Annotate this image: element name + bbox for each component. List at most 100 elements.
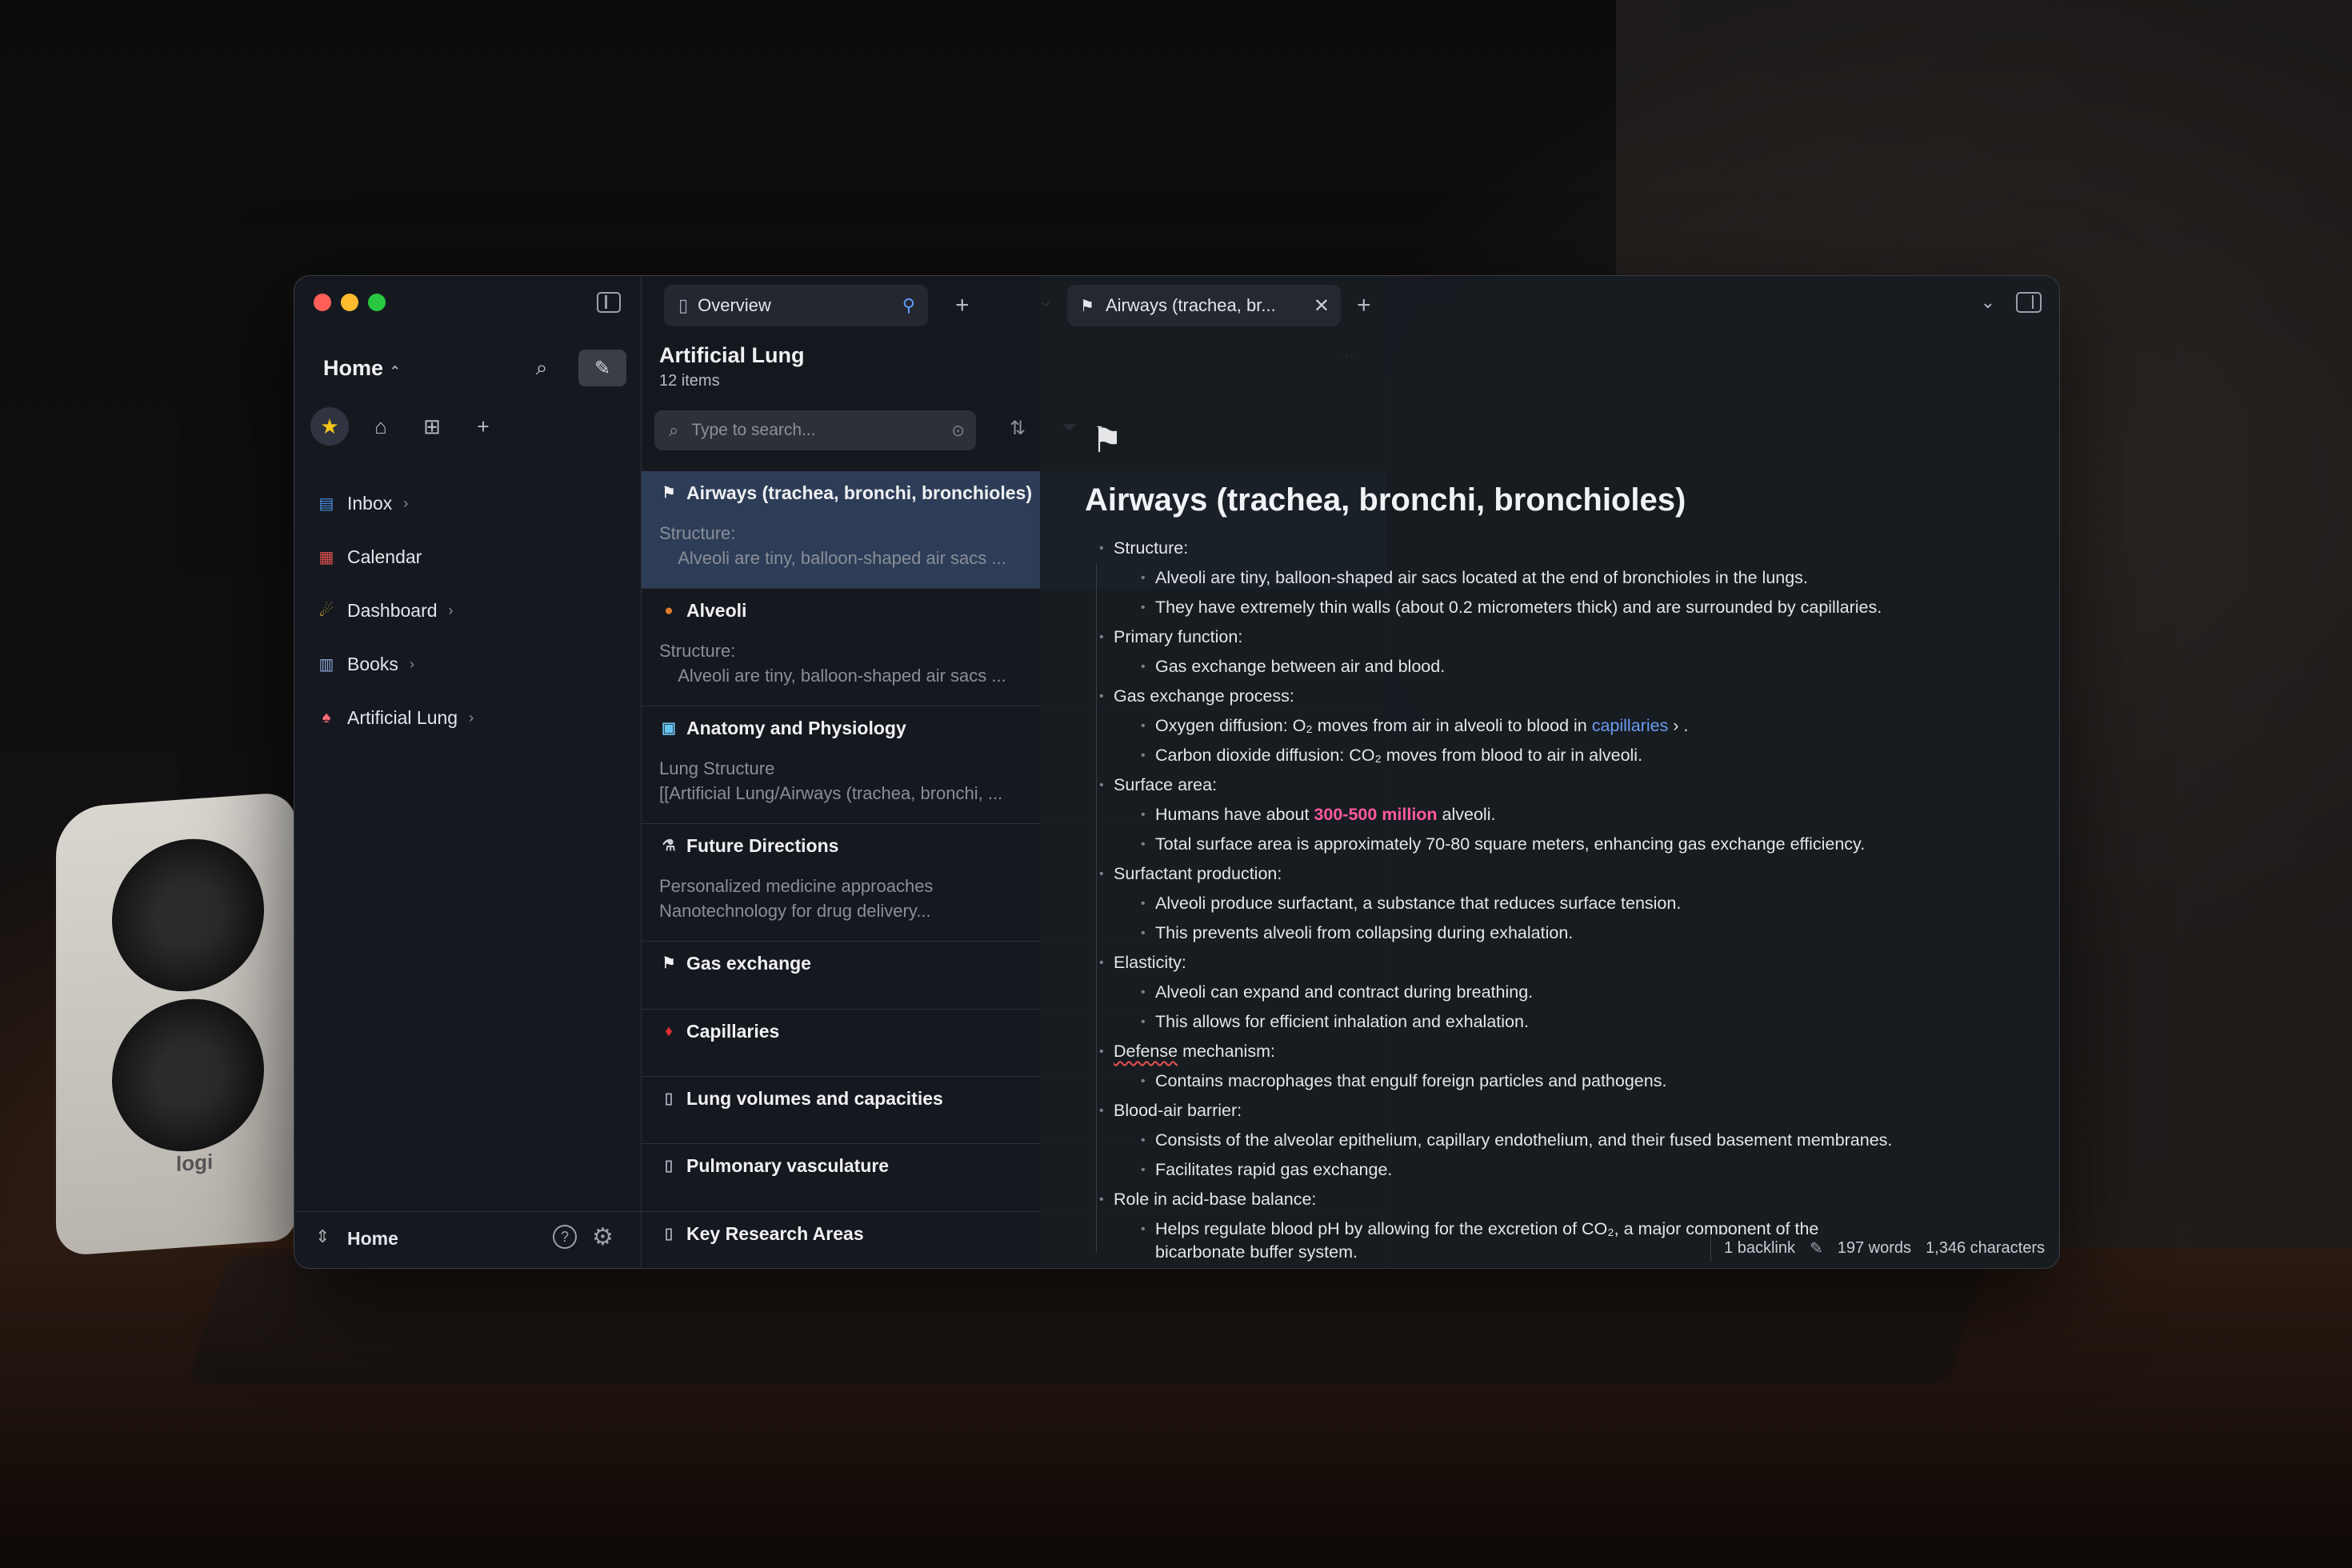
note-preview: Personalized medicine approaches Nanotec… [659, 876, 934, 921]
note-title: Airways (trachea, bronchi, bronchioles) [686, 482, 1032, 503]
outline-block[interactable]: Surface area: [1088, 770, 2032, 800]
status-bar: 1 backlink ✎ 197 words 1,346 characters [1710, 1234, 2045, 1262]
tab-airways[interactable]: ⚑ Airways (trachea, br... ✕ [1067, 285, 1341, 326]
note-title: Anatomy and Physiology [686, 718, 906, 738]
block-text: Alveoli can expand and contract during b… [1155, 982, 1534, 1002]
close-window-button[interactable] [314, 294, 331, 311]
page-title[interactable]: Airways (trachea, bronchi, bronchioles) [1085, 482, 1686, 518]
highlighted-text: 300-500 million [1314, 805, 1438, 824]
search-icon[interactable]: ⌕ [528, 354, 555, 382]
sidebar-item-label: Books [347, 653, 398, 674]
outline-block[interactable]: Consists of the alveolar epithelium, cap… [1088, 1126, 2032, 1155]
footer-workspace-label[interactable]: Home [347, 1228, 398, 1250]
chevron-right-icon[interactable]: › [410, 656, 414, 673]
sidebar-item-books[interactable]: ▥ Books › [317, 648, 414, 680]
pencil-icon: ✎ [1809, 1239, 1823, 1258]
note-link[interactable]: capillaries [1592, 716, 1669, 735]
tab-label: Overview [698, 295, 771, 315]
block-text: Humans have about [1155, 805, 1314, 824]
outline-block[interactable]: Primary function: [1088, 622, 2032, 652]
outline-block[interactable]: Blood-air barrier: [1088, 1096, 2032, 1126]
outline-block[interactable]: Elasticity: [1088, 948, 2032, 978]
pin-icon[interactable]: ⚲ [902, 295, 915, 316]
gear-icon[interactable]: ⚙ [592, 1223, 614, 1251]
sidebar-item-artificial-lung[interactable]: ♠ Artificial Lung › [317, 702, 474, 734]
sidebar-item-calendar[interactable]: ▦ Calendar [317, 541, 422, 573]
outline-block[interactable]: Gas exchange process: [1088, 682, 2032, 711]
workspace-switcher[interactable]: Home ⌃ [323, 356, 400, 381]
zoom-window-button[interactable] [368, 294, 386, 311]
new-tab-button[interactable]: + [1357, 292, 1371, 319]
block-text: Oxygen diffusion: O₂ moves from air in a… [1155, 716, 1592, 735]
help-icon[interactable]: ? [553, 1225, 577, 1249]
outline-block[interactable]: Alveoli are tiny, balloon-shaped air sac… [1088, 563, 2032, 593]
list-title: Artificial Lung [659, 343, 805, 367]
document-icon: ▯ [664, 1090, 674, 1107]
outline-block[interactable]: Alveoli can expand and contract during b… [1088, 978, 2032, 1007]
search-field[interactable]: ⌕ ⊙ [654, 410, 976, 450]
outline-block[interactable]: Role in acid-base balance: [1088, 1185, 2032, 1214]
outline-block[interactable]: Defense mechanism: [1088, 1037, 2032, 1066]
note-title: Future Directions [686, 835, 839, 856]
chevron-updown-icon[interactable]: ⇕ [315, 1226, 330, 1247]
sidebar-item-dashboard[interactable]: ☄ Dashboard › [317, 594, 454, 626]
grid-icon[interactable]: ⊞ [413, 407, 451, 446]
chevron-right-icon[interactable]: › [449, 602, 454, 619]
sidebar-panel-icon: ▯ [678, 295, 689, 315]
chevron-right-icon[interactable]: › [403, 495, 408, 512]
workspace-title: Home [323, 356, 384, 380]
outline-block[interactable]: Gas exchange between air and blood. [1088, 652, 2032, 682]
block-text-tail: alveoli. [1437, 805, 1496, 824]
outline-block[interactable]: This allows for efficient inhalation and… [1088, 1007, 2032, 1037]
home-icon[interactable]: ⌂ [362, 407, 400, 446]
tab-label: Airways (trachea, br... [1105, 295, 1276, 315]
outline-block[interactable]: Alveoli produce surfactant, a substance … [1088, 889, 2032, 918]
character-count: 1,346 characters [1926, 1238, 2045, 1257]
sidebar-item-inbox[interactable]: ▤ Inbox › [317, 487, 409, 519]
outline-block[interactable]: Oxygen diffusion: O₂ moves from air in a… [1088, 711, 2032, 741]
block-text: Surfactant production: [1114, 864, 1282, 883]
block-text: mechanism: [1178, 1042, 1275, 1061]
new-note-button[interactable]: ✎ [578, 350, 626, 386]
outline-block[interactable]: Total surface area is approximately 70-8… [1088, 830, 2032, 859]
tab-overview[interactable]: ▯ Overview ⚲ [664, 285, 928, 326]
outline-block[interactable]: Carbon dioxide diffusion: CO₂ moves from… [1088, 741, 2032, 770]
document-icon: ▯ [664, 1158, 674, 1174]
outline-block[interactable]: This prevents alveoli from collapsing du… [1088, 918, 2032, 948]
drop-icon: ♦ [665, 1022, 673, 1040]
outline-block[interactable]: Structure: [1088, 534, 2032, 563]
block-text: This prevents alveoli from collapsing du… [1155, 923, 1574, 942]
speaker-cone [112, 994, 264, 1157]
sidebar-toggle-icon[interactable] [597, 292, 621, 313]
plus-icon[interactable]: + [464, 407, 502, 446]
backlink-count[interactable]: 1 backlink [1724, 1239, 1795, 1258]
outline-block[interactable]: Humans have about 300-500 million alveol… [1088, 800, 2032, 830]
outline-block[interactable]: Facilitates rapid gas exchange. [1088, 1155, 2032, 1185]
note-title: Key Research Areas [686, 1223, 864, 1244]
block-text: Blood-air barrier: [1114, 1101, 1242, 1120]
block-text: Role in acid-base balance: [1114, 1190, 1317, 1209]
speaker-logo: logi [176, 1149, 214, 1176]
block-text: Gas exchange process: [1114, 686, 1294, 706]
new-tab-button[interactable]: + [955, 292, 970, 319]
right-panel-toggle-icon[interactable] [2016, 292, 2042, 313]
clear-search-icon[interactable]: ⊙ [951, 421, 965, 441]
star-icon[interactable]: ★ [310, 407, 349, 446]
block-text: Surface area: [1114, 775, 1218, 794]
block-text: Total surface area is approximately 70-8… [1155, 834, 1866, 854]
outline-block[interactable]: Contains macrophages that engulf foreign… [1088, 1066, 2032, 1096]
calendar-icon: ▦ [318, 548, 334, 566]
document-icon: ▯ [664, 1226, 674, 1242]
close-icon[interactable]: ✕ [1314, 294, 1330, 318]
sort-icon[interactable]: ⇅ [1010, 417, 1026, 440]
page-flag-icon[interactable]: ⚑ [1091, 420, 1122, 461]
outline-block[interactable]: Surfactant production: [1088, 859, 2032, 889]
outline-body[interactable]: Structure: Alveoli are tiny, balloon-shap… [1088, 534, 2032, 1266]
block-text: bicarbonate buffer system. [1155, 1242, 1358, 1262]
chevron-down-icon[interactable]: ⌄ [1981, 292, 1995, 313]
chevron-right-icon[interactable]: › [469, 710, 474, 726]
block-text: Consists of the alveolar epithelium, cap… [1155, 1130, 1893, 1150]
search-input[interactable] [690, 420, 934, 441]
outline-block[interactable]: They have extremely thin walls (about 0.… [1088, 593, 2032, 622]
minimize-window-button[interactable] [341, 294, 358, 311]
